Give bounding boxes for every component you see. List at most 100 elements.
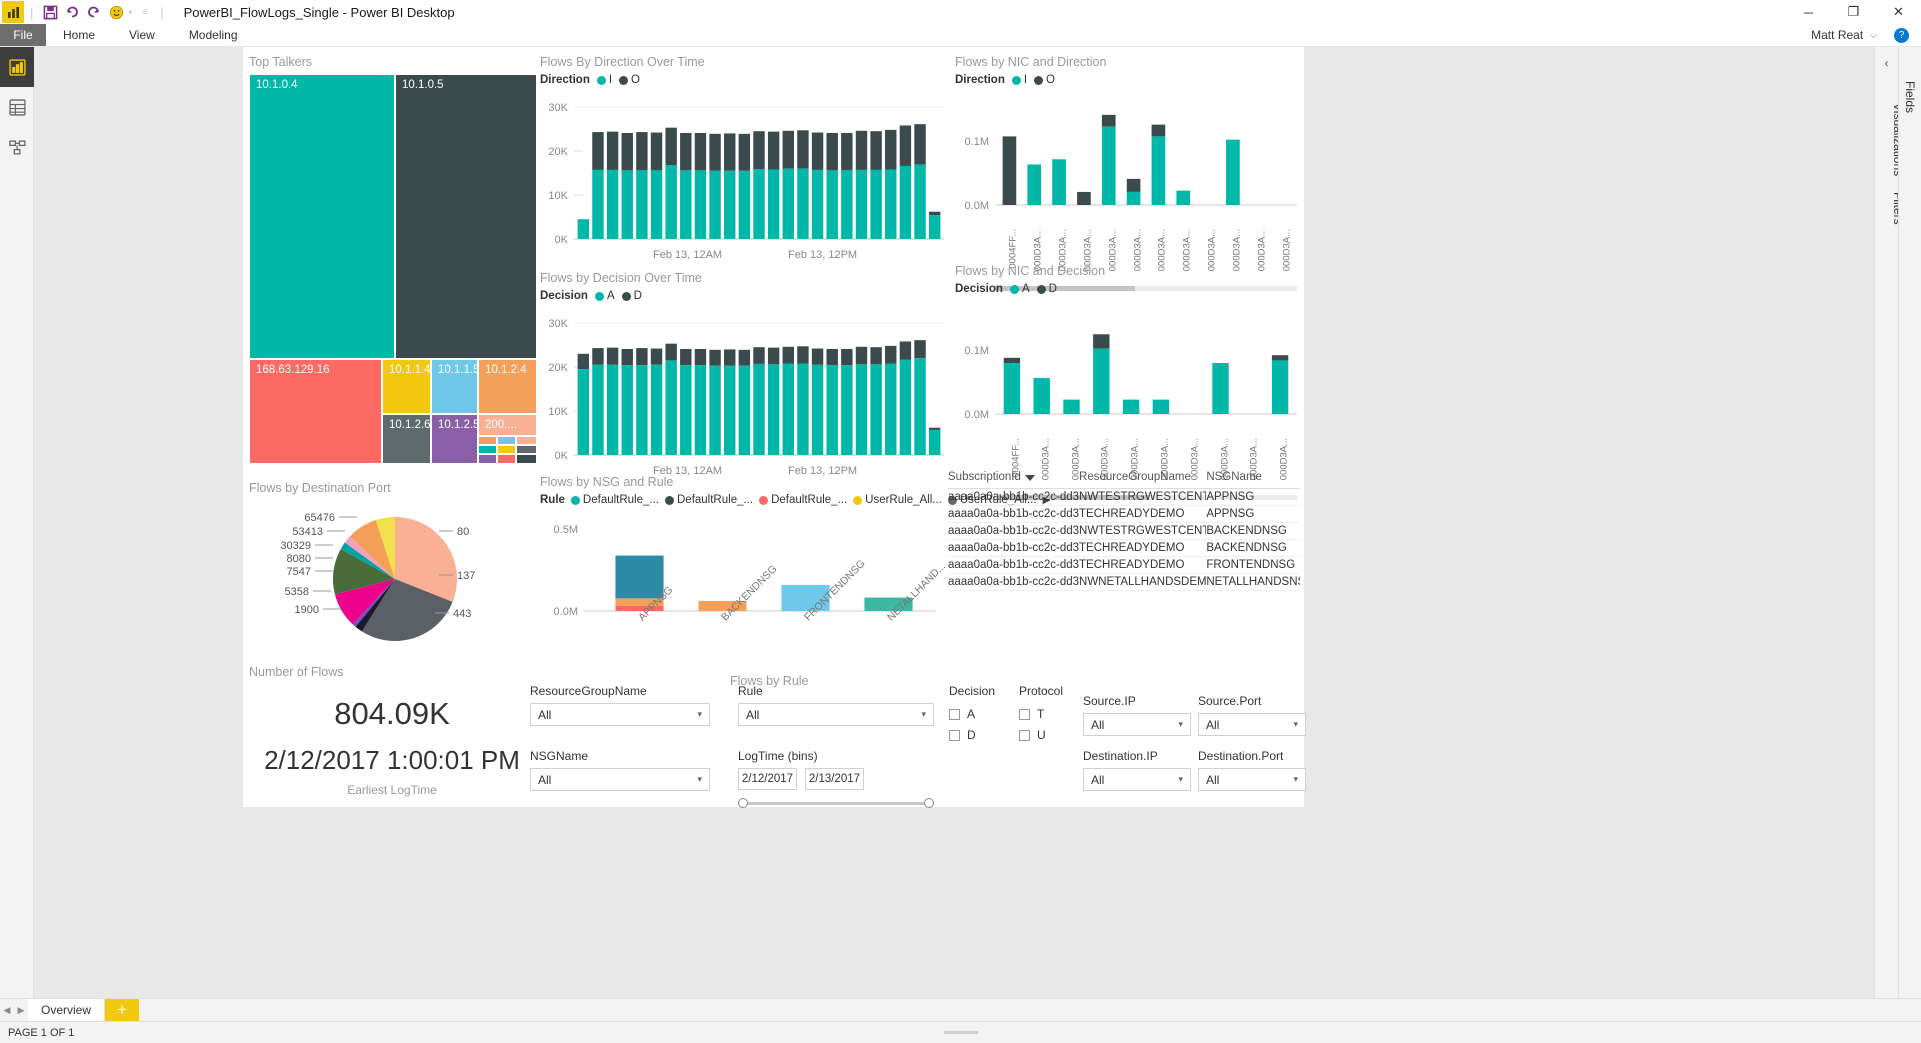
date-slider-handle-left[interactable] xyxy=(738,798,748,808)
date-range-slider[interactable] xyxy=(738,798,934,808)
visual-top-talkers[interactable]: Top Talkers 10.1.0.4 10.1.0.5 168.63.129… xyxy=(247,53,537,465)
slicer-destination-port[interactable]: Destination.Port All ▾ xyxy=(1198,749,1306,791)
redo-icon[interactable] xyxy=(83,1,105,23)
checkbox-decision-d[interactable]: D xyxy=(949,728,1013,742)
save-icon[interactable] xyxy=(39,1,61,23)
treemap-tile[interactable]: 10.1.1.5 xyxy=(431,359,478,414)
treemap-tile[interactable]: 10.1.1.4 xyxy=(382,359,431,414)
visual-flows-by-direction-over-time[interactable]: Flows By Direction Over Time Direction I… xyxy=(538,53,948,261)
legend: Decision A D xyxy=(538,290,948,302)
slicer-dropdown[interactable]: All ▾ xyxy=(530,768,710,791)
table-row[interactable]: aaaa0a0a-bb1b-cc2c-dd3... NWNETALLHANDSDE… xyxy=(948,574,1300,591)
treemap-tile[interactable]: 10.1.2.6 xyxy=(382,414,431,464)
page-tab-overview[interactable]: Overview xyxy=(28,999,105,1021)
visual-flows-by-destination-port[interactable]: Flows by Destination Port 65476 53413 3032… xyxy=(247,479,537,664)
slicer-source-port[interactable]: Source.Port All ▾ xyxy=(1198,694,1306,736)
page-next-button[interactable]: ▶ xyxy=(14,999,28,1021)
collapse-visualizations-icon[interactable]: ‹ xyxy=(1885,56,1889,70)
date-end-input[interactable]: 2/13/2017 xyxy=(805,768,864,790)
legend-item-deny[interactable]: D xyxy=(621,290,642,302)
date-start-input[interactable]: 2/12/2017 xyxy=(738,768,797,790)
column-header-resourcegroupname[interactable]: ResourceGroupName xyxy=(1079,469,1206,485)
slicer-source-ip[interactable]: Source.IP All ▾ xyxy=(1083,694,1191,736)
pane-tab-fields[interactable]: Fields xyxy=(1903,81,1917,113)
column-header-nsgname[interactable]: NSGName xyxy=(1206,469,1300,485)
legend-item-outbound[interactable]: O xyxy=(1034,74,1055,86)
treemap-tile[interactable]: 10.1.0.5 xyxy=(395,74,537,359)
legend-item-outbound[interactable]: O xyxy=(619,74,640,86)
column-header-subscriptionid[interactable]: SubscriptionId xyxy=(948,469,1079,485)
legend-item-rule[interactable]: DefaultRule_... xyxy=(570,494,659,506)
treemap-tile[interactable]: 10.1.2.4 xyxy=(478,359,537,414)
table-row[interactable]: aaaa0a0a-bb1b-cc2c-dd3... TECHREADYDEMO AP… xyxy=(948,506,1300,523)
checkbox-decision-a[interactable]: A xyxy=(949,707,1013,721)
visual-nsg-table[interactable]: SubscriptionId ResourceGroupName NSGName… xyxy=(948,469,1300,591)
table-row[interactable]: aaaa0a0a-bb1b-cc2c-dd3... NWTESTRGWESTCEN… xyxy=(948,489,1300,506)
slicer-dropdown[interactable]: All ▾ xyxy=(530,703,710,726)
report-page[interactable]: Top Talkers 10.1.0.4 10.1.0.5 168.63.129… xyxy=(243,47,1306,808)
slicer-destination-ip[interactable]: Destination.IP All ▾ xyxy=(1083,749,1191,791)
legend-item-inbound[interactable]: I xyxy=(1011,74,1027,86)
treemap-small-tiles-group[interactable] xyxy=(478,436,537,464)
table-cell: APPNSG xyxy=(1206,508,1255,520)
legend-item-allow[interactable]: A xyxy=(1009,283,1030,295)
legend-label: DefaultRule_... xyxy=(771,494,848,506)
close-button[interactable]: ✕ xyxy=(1876,0,1921,24)
visual-flows-by-nsg-and-rule[interactable]: Flows by NSG and Rule Rule DefaultRule_.… xyxy=(538,473,1050,673)
qat-customize-icon[interactable]: ≡ xyxy=(142,7,148,18)
smiley-icon[interactable] xyxy=(105,1,127,23)
sort-descending-icon[interactable] xyxy=(1024,475,1035,481)
slicer-nsgname[interactable]: NSGName All ▾ xyxy=(530,749,710,791)
treemap-tile-label: 10.1.1.4 xyxy=(389,364,431,376)
visual-number-of-flows[interactable]: Number of Flows 804.09K 2/12/2017 1:00:0… xyxy=(247,663,537,803)
slicer-protocol[interactable]: Protocol T U xyxy=(1019,684,1083,749)
legend-item-rule[interactable]: DefaultRule_... xyxy=(759,494,847,506)
minimize-button[interactable]: ─ xyxy=(1786,0,1831,24)
user-account-menu[interactable]: Matt Reat ⌵ xyxy=(1811,24,1877,46)
undo-icon[interactable] xyxy=(61,1,83,23)
table-row[interactable]: aaaa0a0a-bb1b-cc2c-dd3... TECHREADYDEMO BA… xyxy=(948,540,1300,557)
visual-flows-by-decision-over-time[interactable]: Flows by Decision Over Time Decision A D… xyxy=(538,269,948,477)
tab-modeling[interactable]: Modeling xyxy=(172,24,255,46)
slicer-dropdown[interactable]: All ▾ xyxy=(1083,713,1191,736)
treemap-tile[interactable]: 200.... xyxy=(478,414,537,436)
treemap-tile[interactable]: 10.1.2.5 xyxy=(431,414,478,464)
table-row[interactable]: aaaa0a0a-bb1b-cc2c-dd3... NWTESTRGWESTCEN… xyxy=(948,523,1300,540)
maximize-button[interactable]: ❐ xyxy=(1831,0,1876,24)
legend: Decision A D xyxy=(953,283,1301,295)
tab-home[interactable]: Home xyxy=(46,24,112,46)
nsg-table[interactable]: SubscriptionId ResourceGroupName NSGName… xyxy=(948,469,1300,591)
visual-flows-by-nic-and-direction[interactable]: Flows by NIC and Direction Direction I O… xyxy=(953,53,1301,291)
treemap-tile[interactable]: 168.63.129.16 xyxy=(249,359,382,464)
number-of-flows-value: 804.09K xyxy=(334,696,450,731)
help-button[interactable]: ? xyxy=(1894,28,1909,43)
data-view-icon[interactable] xyxy=(0,87,34,127)
legend-item-allow[interactable]: A xyxy=(594,290,615,302)
slicer-dropdown[interactable]: All ▾ xyxy=(1198,713,1306,736)
tab-view[interactable]: View xyxy=(112,24,172,46)
y-tick: 0.0M xyxy=(965,409,989,421)
visual-flows-by-nic-and-decision[interactable]: Flows by NIC and Decision Decision A D 0… xyxy=(953,262,1301,500)
legend-item-rule[interactable]: DefaultRule_... xyxy=(665,494,753,506)
treemap-tile[interactable]: 10.1.0.4 xyxy=(249,74,395,359)
slicer-logtime-bins[interactable]: LogTime (bins) 2/12/2017 2/13/2017 xyxy=(738,749,934,808)
slicer-decision[interactable]: Decision A D xyxy=(949,684,1013,749)
add-page-button[interactable]: + xyxy=(105,999,139,1021)
slicer-dropdown[interactable]: All ▾ xyxy=(1198,768,1306,791)
slicer-dropdown[interactable]: All ▾ xyxy=(1083,768,1191,791)
table-row[interactable]: aaaa0a0a-bb1b-cc2c-dd3... TECHREADYDEMO FR… xyxy=(948,557,1300,574)
smiley-dropdown-chevron-icon[interactable]: ▾ xyxy=(128,8,132,17)
legend-item-rule[interactable]: UserRule_All... xyxy=(853,494,942,506)
slicer-rule[interactable]: Rule All ▾ xyxy=(738,684,934,726)
legend-item-deny[interactable]: D xyxy=(1036,283,1057,295)
report-view-icon[interactable] xyxy=(0,47,34,87)
date-slider-handle-right[interactable] xyxy=(924,798,934,808)
checkbox-protocol-u[interactable]: U xyxy=(1019,728,1083,742)
page-prev-button[interactable]: ◀ xyxy=(0,999,14,1021)
legend-item-inbound[interactable]: I xyxy=(596,74,612,86)
relationships-view-icon[interactable] xyxy=(0,127,34,167)
checkbox-protocol-t[interactable]: T xyxy=(1019,707,1083,721)
slicer-resourcegroupname[interactable]: ResourceGroupName All ▾ xyxy=(530,684,710,726)
tab-file[interactable]: File xyxy=(0,24,46,46)
slicer-dropdown[interactable]: All ▾ xyxy=(738,703,934,726)
